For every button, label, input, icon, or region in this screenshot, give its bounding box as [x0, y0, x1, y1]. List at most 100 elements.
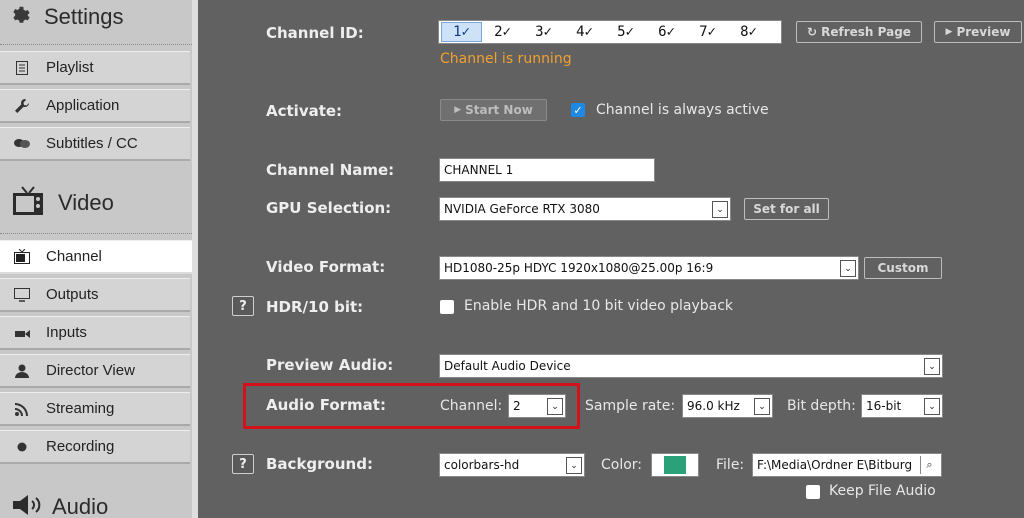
- hdr-checkbox-label: Enable HDR and 10 bit video playback: [464, 298, 733, 314]
- audio-format-label: Audio Format:: [266, 396, 386, 414]
- custom-label: Custom: [877, 261, 929, 275]
- refresh-page-button[interactable]: ↻ Refresh Page: [796, 21, 922, 43]
- gpu-select[interactable]: NVIDIA GeForce RTX 3080 ⌄: [439, 197, 731, 221]
- sidebar-item-label: Playlist: [46, 59, 94, 76]
- set-for-all-label: Set for all: [753, 202, 820, 216]
- record-icon: [14, 439, 30, 455]
- channel-5-button[interactable]: 5✓: [605, 22, 646, 42]
- file-path-value: F:\Media\Ordner E\Bitburg: [757, 458, 913, 472]
- start-now-button[interactable]: ▶ Start Now: [440, 99, 547, 121]
- custom-button[interactable]: Custom: [864, 257, 942, 279]
- audio-channel-select[interactable]: 2 ⌄: [508, 394, 566, 418]
- background-value: colorbars-hd: [444, 458, 520, 472]
- audio-channel-value: 2: [513, 399, 521, 413]
- play-icon: ▶: [454, 105, 462, 115]
- background-help-button[interactable]: ?: [232, 454, 254, 474]
- chevron-down-icon: ⌄: [924, 358, 940, 375]
- channel-3-button[interactable]: 3✓: [523, 22, 564, 42]
- background-select[interactable]: colorbars-hd ⌄: [439, 453, 585, 477]
- channel-6-button[interactable]: 6✓: [646, 22, 687, 42]
- sidebar: Settings Playlist Application Subtitles …: [0, 0, 198, 518]
- audio-section-header: Audio: [0, 490, 192, 518]
- hdr-label: HDR/10 bit:: [266, 298, 364, 316]
- refresh-page-label: Refresh Page: [821, 25, 911, 39]
- preview-button[interactable]: ▶ Preview: [934, 21, 1022, 43]
- video-title: Video: [58, 190, 114, 215]
- playlist-icon: [14, 60, 30, 76]
- monitor-icon: [14, 287, 30, 303]
- settings-section-header: Settings: [0, 0, 192, 34]
- video-section-header: Video: [0, 178, 192, 228]
- activate-label: Activate:: [266, 102, 343, 120]
- sidebar-item-label: Director View: [46, 362, 135, 379]
- chevron-down-icon: ⌄: [840, 260, 856, 277]
- sidebar-item-application[interactable]: Application: [0, 89, 190, 123]
- channel-8-button[interactable]: 8✓: [728, 22, 769, 42]
- color-swatch: [664, 456, 686, 474]
- always-active-checkbox[interactable]: ✓: [571, 103, 585, 117]
- sidebar-item-label: Application: [46, 97, 120, 114]
- sidebar-item-label: Outputs: [46, 286, 99, 303]
- chevron-down-icon: ⌄: [712, 201, 728, 218]
- sidebar-item-label: Recording: [46, 438, 115, 455]
- preview-audio-select[interactable]: Default Audio Device ⌄: [439, 354, 943, 378]
- sidebar-item-label: Channel: [46, 248, 102, 265]
- chevron-down-icon: ⌄: [754, 398, 770, 415]
- background-label: Background:: [266, 455, 373, 473]
- sample-rate-label: Sample rate:: [585, 398, 676, 414]
- play-icon: ▶: [945, 27, 953, 37]
- input-icon: [14, 325, 30, 341]
- color-picker[interactable]: [651, 453, 699, 477]
- gpu-select-value: NVIDIA GeForce RTX 3080: [444, 202, 600, 216]
- bit-depth-select[interactable]: 16-bit ⌄: [861, 394, 943, 418]
- rss-icon: [14, 401, 30, 417]
- start-now-label: Start Now: [465, 103, 533, 117]
- channel-1-button[interactable]: 1✓: [441, 22, 482, 42]
- sidebar-item-recording[interactable]: Recording: [0, 430, 190, 464]
- sidebar-item-channel[interactable]: Channel: [0, 240, 198, 274]
- preview-label: Preview: [956, 25, 1011, 39]
- tv-icon: [14, 249, 30, 265]
- sample-rate-select[interactable]: 96.0 kHz ⌄: [682, 394, 773, 418]
- color-label: Color:: [601, 457, 643, 473]
- gear-icon: [10, 4, 32, 30]
- sidebar-item-outputs[interactable]: Outputs: [0, 278, 190, 312]
- settings-title: Settings: [44, 4, 124, 29]
- channel-name-label: Channel Name:: [266, 161, 395, 179]
- sidebar-item-label: Streaming: [46, 400, 115, 417]
- sidebar-item-subtitles[interactable]: Subtitles / CC: [0, 127, 190, 161]
- chevron-down-icon: ⌄: [566, 457, 582, 474]
- keep-file-audio-checkbox[interactable]: [806, 485, 820, 499]
- channel-2-button[interactable]: 2✓: [482, 22, 523, 42]
- audio-channel-label: Channel:: [440, 398, 503, 414]
- tv-icon: [12, 186, 44, 220]
- divider: [0, 44, 192, 45]
- channel-name-input[interactable]: CHANNEL 1: [439, 158, 655, 182]
- chevron-down-icon: ⌄: [547, 398, 563, 415]
- sidebar-item-streaming[interactable]: Streaming: [0, 392, 190, 426]
- channel-id-label: Channel ID:: [266, 24, 364, 42]
- preview-audio-label: Preview Audio:: [266, 356, 394, 374]
- channel-7-button[interactable]: 7✓: [687, 22, 728, 42]
- channel-status: Channel is running: [440, 51, 572, 67]
- sidebar-item-director-view[interactable]: Director View: [0, 354, 190, 388]
- set-for-all-button[interactable]: Set for all: [744, 198, 829, 220]
- sidebar-item-label: Inputs: [46, 324, 87, 341]
- user-icon: [14, 363, 30, 379]
- wrench-icon: [14, 98, 30, 114]
- video-format-value: HD1080-25p HDYC 1920x1080@25.00p 16:9: [444, 261, 714, 275]
- browse-folder-button[interactable]: ⌕: [920, 456, 938, 474]
- folder-icon: ⌕: [926, 458, 933, 471]
- hdr-help-button[interactable]: ?: [232, 296, 254, 316]
- hdr-checkbox[interactable]: [440, 300, 454, 314]
- sidebar-item-label: Subtitles / CC: [46, 135, 138, 152]
- audio-title: Audio: [52, 494, 109, 518]
- video-format-select[interactable]: HD1080-25p HDYC 1920x1080@25.00p 16:9 ⌄: [439, 256, 859, 280]
- sidebar-item-playlist[interactable]: Playlist: [0, 51, 190, 85]
- subtitles-icon: [14, 136, 30, 152]
- channel-4-button[interactable]: 4✓: [564, 22, 605, 42]
- sidebar-item-inputs[interactable]: Inputs: [0, 316, 190, 350]
- bit-depth-label: Bit depth:: [787, 398, 856, 414]
- chevron-down-icon: ⌄: [924, 398, 940, 415]
- file-path-input[interactable]: F:\Media\Ordner E\Bitburg: [752, 453, 942, 477]
